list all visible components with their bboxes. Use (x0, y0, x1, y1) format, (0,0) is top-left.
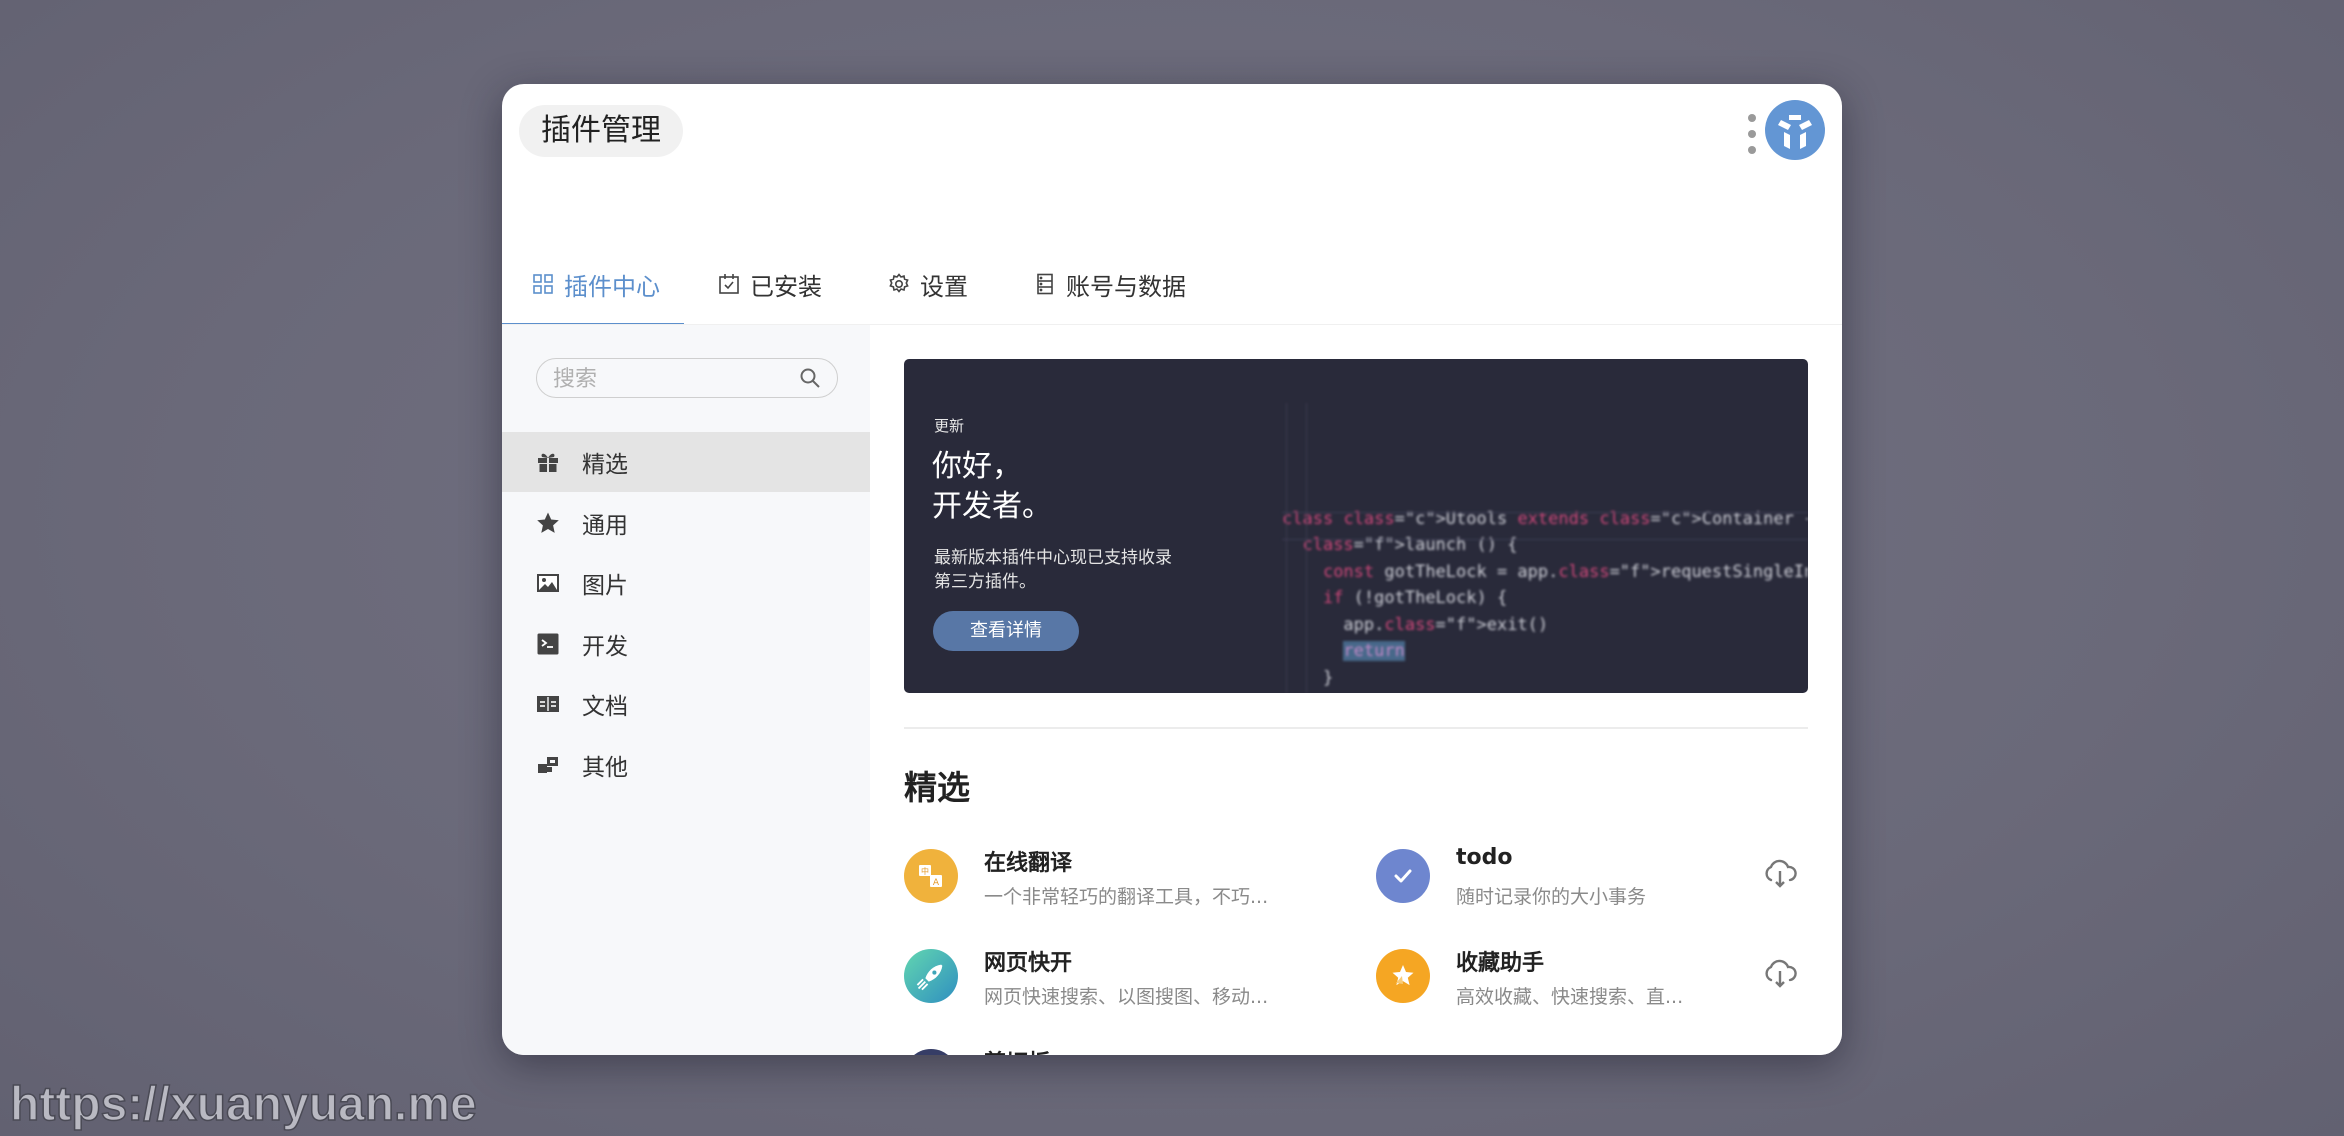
banner-tag: 更新 (934, 417, 965, 435)
download-todo-button[interactable] (1762, 858, 1798, 888)
sidebar-item-development[interactable]: 开发 (502, 614, 870, 674)
tab-label: 账号与数据 (1066, 272, 1186, 301)
plugin-description: 随时记录你的大小事务 (1456, 886, 1647, 908)
plugin-name: todo (1456, 845, 1513, 870)
section-divider (904, 727, 1808, 729)
gift-icon (536, 450, 560, 474)
banner-headline-line: 开发者。 (932, 489, 1052, 524)
code-line: return (1343, 641, 1405, 661)
category-list: 精选 通用 图片 开发 文档 其他 (502, 432, 870, 796)
tab-label: 已安装 (750, 272, 822, 301)
tab-label: 插件中心 (564, 272, 660, 301)
code-line: if (!gotTheLock) { (1322, 588, 1508, 608)
banner-description-line: 第三方插件。 (934, 572, 1036, 592)
code-line: const gotTheLock = app.class="f">request… (1322, 561, 1808, 582)
cloud-download-icon (1765, 959, 1797, 988)
utools-logo-icon[interactable] (1765, 100, 1825, 160)
banner-headline-line: 你好， (932, 449, 1022, 484)
search-box (536, 358, 838, 399)
translate-icon: 中A (904, 849, 958, 903)
category-sidebar: 精选 通用 图片 开发 文档 其他 (502, 325, 870, 1055)
indent-guide (1306, 403, 1307, 693)
server-icon (1037, 273, 1053, 295)
svg-text:中: 中 (921, 866, 929, 876)
more-vertical-icon-dot (1748, 130, 1756, 138)
plugin-card-translate[interactable]: 中A 在线翻译 一个非常轻巧的翻译工具，不巧... (904, 845, 1324, 915)
code-line: app.class="f">exit() (1282, 614, 1549, 635)
plugin-description: 一个非常轻巧的翻译工具，不巧... (984, 886, 1269, 908)
download-bookmark-helper-button[interactable] (1762, 958, 1798, 988)
gear-icon (889, 273, 909, 293)
search-icon[interactable] (799, 367, 821, 389)
tab-installed[interactable]: 已安装 (688, 244, 822, 324)
plugin-name: 收藏助手 (1456, 951, 1545, 976)
more-menu-button[interactable] (1744, 114, 1760, 154)
grid-icon (533, 274, 553, 294)
plugin-description: 高效收藏、快速搜索、直... (1456, 986, 1684, 1008)
search-input[interactable] (551, 359, 795, 399)
plugin-name: 在线翻译 (984, 851, 1073, 876)
clipboard-icon (904, 1049, 958, 1055)
plugin-card-clipboard[interactable]: 剪切板 剪切板历史 (904, 1045, 1324, 1055)
calendar-check-icon (719, 274, 739, 294)
plugin-center-content: 更新 你好， 开发者。 最新版本插件中心现已支持收录 第三方插件。 查看详情 c… (870, 325, 1842, 1055)
tab-plugin-center[interactable]: 插件中心 (502, 244, 684, 327)
sidebar-item-label: 文档 (582, 694, 628, 721)
tab-account-data[interactable]: 账号与数据 (1004, 244, 1186, 324)
rocket-icon (904, 949, 958, 1003)
indent-guide (1286, 403, 1287, 693)
plugin-name: 网页快开 (984, 951, 1073, 976)
sidebar-item-label: 精选 (582, 452, 628, 478)
star-badge-icon (1376, 949, 1430, 1003)
banner-headline: 你好， 开发者。 (932, 447, 1052, 527)
update-banner[interactable]: 更新 你好， 开发者。 最新版本插件中心现已支持收录 第三方插件。 查看详情 c… (904, 359, 1808, 693)
plugin-manager-window: 插件管理 插件中心 已安装 设置 账号与数据 搜索 精选 通用 图片 开发 文档… (502, 84, 1842, 1055)
banner-description-line: 最新版本插件中心现已支持收录 (934, 548, 1172, 568)
window-title: 插件管理 (519, 105, 683, 157)
blocks-icon (536, 753, 560, 777)
banner-description: 最新版本插件中心现已支持收录 第三方插件。 (934, 546, 1214, 594)
sidebar-item-documents[interactable]: 文档 (502, 674, 870, 734)
code-current-line (1282, 512, 1808, 540)
plugin-description: 网页快速搜索、以图搜图、移动... (984, 986, 1269, 1008)
sidebar-item-images[interactable]: 图片 (502, 553, 870, 613)
cloud-download-icon (1765, 859, 1797, 888)
tab-settings[interactable]: 设置 (858, 244, 968, 324)
book-icon (536, 692, 560, 716)
sidebar-item-featured[interactable]: 精选 (502, 432, 870, 492)
featured-section-title: 精选 (904, 768, 970, 807)
sidebar-item-label: 通用 (582, 512, 628, 539)
tab-label: 设置 (920, 272, 968, 301)
check-icon (1376, 849, 1430, 903)
sidebar-item-label: 其他 (582, 754, 628, 781)
plugin-card-web-launcher[interactable]: 网页快开 网页快速搜索、以图搜图、移动... (904, 945, 1324, 1015)
plugin-name: 剪切板 (984, 1045, 1050, 1055)
more-vertical-icon (1748, 114, 1756, 122)
svg-text:A: A (933, 878, 940, 888)
plugin-card-bookmark-helper[interactable]: 收藏助手 高效收藏、快速搜索、直... (1376, 945, 1796, 1015)
code-illustration: class class="c">Utools extends class="c"… (1282, 373, 1808, 693)
sidebar-item-general[interactable]: 通用 (502, 493, 870, 553)
sidebar-item-label: 图片 (582, 573, 628, 600)
code-line: } (1282, 667, 1334, 688)
view-details-button[interactable]: 查看详情 (933, 611, 1079, 651)
main-tabs: 插件中心 已安装 设置 账号与数据 (502, 244, 1842, 327)
watermark-text: https://xuanyuan.me (9, 1077, 477, 1132)
terminal-icon (536, 632, 560, 656)
sidebar-item-others[interactable]: 其他 (502, 735, 870, 795)
image-icon (536, 571, 560, 595)
sidebar-item-label: 开发 (582, 633, 628, 660)
plugin-card-todo[interactable]: todo 随时记录你的大小事务 (1376, 845, 1796, 915)
star-icon (536, 511, 560, 535)
more-vertical-icon-dot (1748, 146, 1756, 154)
